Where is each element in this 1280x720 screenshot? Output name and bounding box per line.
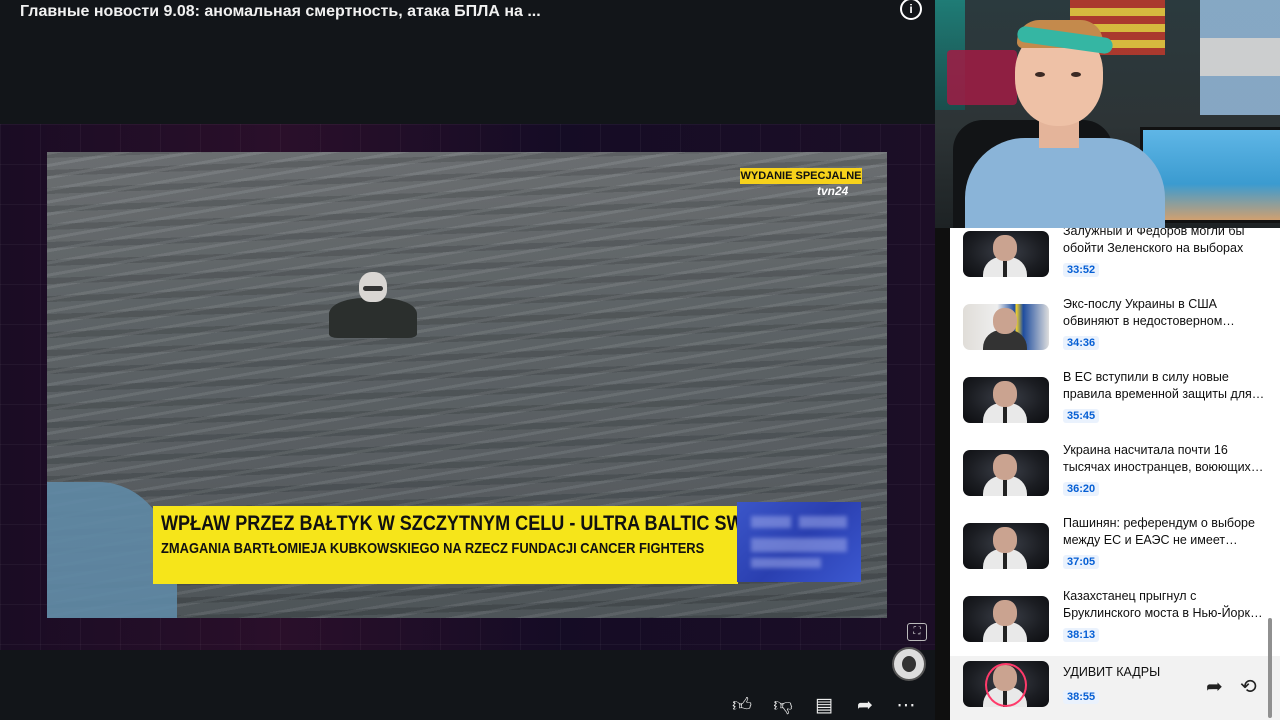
playlist-item-title[interactable]: Пашинян: референдум о выборе между ЕС и …	[1063, 515, 1268, 549]
playlist-item-title[interactable]: УДИВИТ КАДРЫ	[1063, 664, 1268, 681]
news-video: WYDANIE SPECJALNE tvn24 WPŁAW PRZEZ BAŁT…	[47, 152, 887, 618]
video-frame[interactable]: WYDANIE SPECJALNE tvn24 WPŁAW PRZEZ BAŁT…	[0, 124, 935, 650]
playlist-item-duration: 37:05	[1063, 555, 1100, 569]
streamer-eye-left	[1035, 72, 1045, 77]
comments-icon[interactable]: ▤	[812, 694, 836, 718]
playlist-item-current[interactable]: УДИВИТ КАДРЫ 38:55	[950, 656, 1280, 720]
playlist-item[interactable]: Пашинян: референдум о выборе между ЕС и …	[950, 516, 1280, 593]
channel-avatar[interactable]	[892, 647, 926, 681]
blurred-logo	[737, 502, 861, 582]
video-title: Главные новости 9.08: аномальная смертно…	[20, 3, 541, 20]
news-subheadline: ZMAGANIA BARTŁOMIEJA KUBKOWSKIEGO NA RZE…	[161, 540, 705, 557]
video-player[interactable]: Главные новости 9.08: аномальная смертно…	[0, 0, 935, 720]
video-thumbnail[interactable]	[963, 661, 1049, 707]
neon-sign	[947, 50, 1017, 105]
info-icon[interactable]: i	[900, 0, 922, 20]
playlist-item[interactable]: В ЕС вступили в силу новые правила време…	[950, 370, 1280, 447]
swimmer-figure	[329, 272, 417, 342]
playlist-item-duration: 36:20	[1063, 482, 1100, 496]
more-icon[interactable]: ⋯	[894, 694, 918, 718]
streamer-body	[965, 138, 1165, 228]
playlist-item-title[interactable]: Украина насчитала почти 16 тысячах иност…	[1063, 442, 1268, 476]
video-thumbnail[interactable]	[963, 523, 1049, 569]
like-icon[interactable]: 👍︎	[730, 694, 754, 718]
playlist-item[interactable]: Украина насчитала почти 16 тысячах иност…	[950, 443, 1280, 520]
flag-decoration-2	[1200, 0, 1280, 115]
lower-third-banner: WPŁAW PRZEZ BAŁTYK W SZCZYTNYM CELU - UL…	[153, 506, 809, 584]
streamer-eye-right	[1071, 72, 1081, 77]
playlist-item-title[interactable]: Экс-послу Украины в США обвиняют в недос…	[1063, 296, 1268, 330]
share-icon[interactable]: ➦	[853, 694, 877, 718]
action-bar: 👍︎ 👎︎ ▤ ➦ ⋯	[730, 694, 918, 718]
playlist-item-title[interactable]: Залужный и Федоров могли бы обойти Зелен…	[1063, 228, 1268, 257]
playlist-item-title[interactable]: В ЕС вступили в силу новые правила време…	[1063, 369, 1268, 403]
playlist-panel: Залужный и Федоров могли бы обойти Зелен…	[950, 228, 1280, 720]
playlist-item-duration: 34:36	[1063, 336, 1100, 350]
playlist-item-title[interactable]: Казахстанец прыгнул с Бруклинского моста…	[1063, 588, 1268, 622]
playlist-item-duration: 33:52	[1063, 263, 1100, 277]
playlist-item-duration: 38:55	[1063, 690, 1100, 704]
playlist-item-duration: 38:13	[1063, 628, 1100, 642]
video-thumbnail[interactable]	[963, 450, 1049, 496]
special-edition-badge: WYDANIE SPECJALNE	[740, 168, 862, 184]
video-thumbnail[interactable]	[963, 304, 1049, 350]
news-headline: WPŁAW PRZEZ BAŁTYK W SZCZYTNYM CELU - UL…	[161, 512, 809, 535]
webcam-overlay	[935, 0, 1280, 228]
playlist-item[interactable]: Экс-послу Украины в США обвиняют в недос…	[950, 297, 1280, 374]
dislike-icon[interactable]: 👎︎	[771, 694, 795, 718]
playlist-item-duration: 35:45	[1063, 409, 1100, 423]
loop-icon[interactable]: ⟲	[1240, 674, 1257, 699]
playlist-item[interactable]: Залужный и Федоров могли бы обойти Зелен…	[950, 228, 1280, 301]
share-icon[interactable]: ➦	[1206, 674, 1223, 699]
video-thumbnail[interactable]	[963, 377, 1049, 423]
video-thumbnail[interactable]	[963, 231, 1049, 277]
fit-screen-icon[interactable]: ⛶	[907, 623, 927, 641]
scrollbar[interactable]	[1268, 618, 1272, 718]
channel-logo: tvn24	[817, 184, 849, 198]
video-thumbnail[interactable]	[963, 596, 1049, 642]
